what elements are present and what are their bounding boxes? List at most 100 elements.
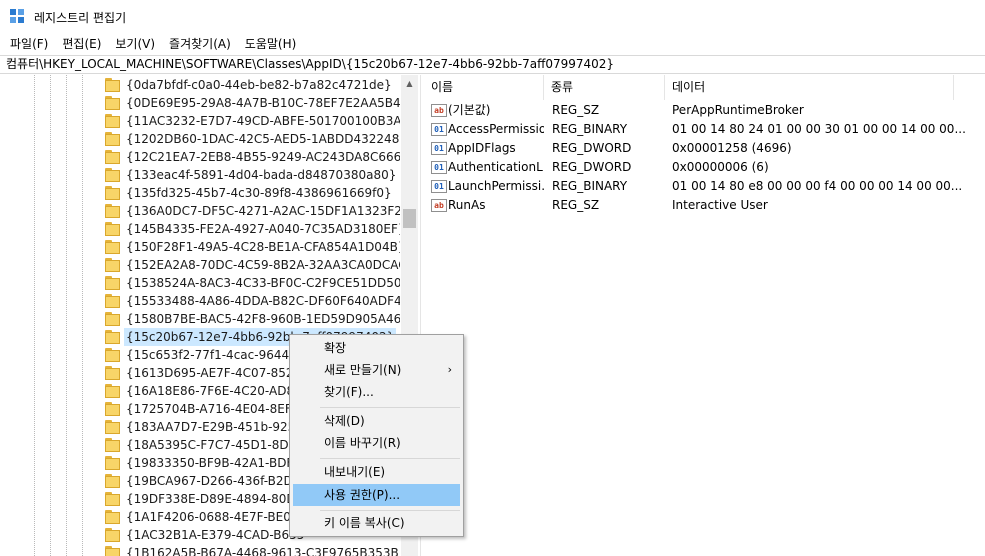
- tree-item[interactable]: {15533488-4A86-4DDA-B82C-DF60F640ADF4}: [0, 292, 400, 310]
- menu-file[interactable]: 파일(F): [4, 34, 56, 54]
- menu-bar: 파일(F) 편집(E) 보기(V) 즐겨찾기(A) 도움말(H): [0, 34, 985, 54]
- string-value-icon: ab: [431, 104, 447, 117]
- value-type: REG_SZ: [552, 103, 600, 117]
- tree-item-label: {1A1F4206-0688-4E7F-BE03-D: [126, 510, 313, 524]
- ctx-copy-key-name[interactable]: 키 이름 복사(C): [293, 512, 460, 534]
- folder-icon: [105, 96, 120, 110]
- submenu-arrow-icon: ›: [447, 363, 452, 376]
- column-data[interactable]: 데이터: [666, 75, 954, 100]
- folder-icon: [105, 186, 120, 200]
- tree-item-label: {0da7bfdf-c0a0-44eb-be82-b7a82c4721de}: [126, 78, 392, 92]
- value-row[interactable]: ab (기본값) REG_SZ PerAppRuntimeBroker: [425, 101, 985, 120]
- tree-item[interactable]: {133eac4f-5891-4d04-bada-d84870380a80}: [0, 166, 400, 184]
- tree-item[interactable]: {1B162A5B-B67A-4468-9613-C3F9765B353B}: [0, 544, 400, 556]
- folder-icon: [105, 258, 120, 272]
- value-row[interactable]: 01 AccessPermission REG_BINARY 01 00 14 80 …: [425, 120, 985, 139]
- value-type: REG_BINARY: [552, 179, 628, 193]
- scroll-up-arrow-icon[interactable]: ▲: [401, 75, 418, 92]
- menu-view[interactable]: 보기(V): [109, 34, 163, 54]
- folder-icon: [105, 510, 120, 524]
- tree-item[interactable]: {145B4335-FE2A-4927-A040-7C35AD3180EF}: [0, 220, 400, 238]
- value-type: REG_DWORD: [552, 141, 632, 155]
- value-row[interactable]: ab RunAs REG_SZ Interactive User: [425, 196, 985, 215]
- binary-value-icon: 01: [431, 142, 447, 155]
- tree-item-label: {1AC32B1A-E379-4CAD-B655: [126, 528, 305, 542]
- column-name[interactable]: 이름: [425, 75, 544, 100]
- folder-icon: [105, 348, 120, 362]
- binary-value-icon: 01: [431, 123, 447, 136]
- tree-item[interactable]: {11AC3232-E7D7-49CD-ABFE-501700100B3A}: [0, 112, 400, 130]
- value-data: 01 00 14 80 e8 00 00 00 f4 00 00 00 14 0…: [672, 179, 963, 193]
- tree-item[interactable]: {150F28F1-49A5-4C28-BE1A-CFA854A1D04B}: [0, 238, 400, 256]
- folder-icon: [105, 132, 120, 146]
- value-name: (기본값): [448, 103, 491, 117]
- folder-icon: [105, 222, 120, 236]
- tree-item-label: {152EA2A8-70DC-4C59-8B2A-32AA3CA0DCAC}: [126, 258, 400, 272]
- menu-separator: [320, 407, 460, 408]
- tree-item[interactable]: {0da7bfdf-c0a0-44eb-be82-b7a82c4721de}: [0, 76, 400, 94]
- tree-item[interactable]: {0DE69E95-29A8-4A7B-B10C-78EF7E2AA5B4}: [0, 94, 400, 112]
- tree-item[interactable]: {1202DB60-1DAC-42C5-AED5-1ABDD432248E}: [0, 130, 400, 148]
- folder-icon: [105, 294, 120, 308]
- folder-icon: [105, 456, 120, 470]
- window-title: 레지스트리 편집기: [34, 10, 127, 25]
- column-type[interactable]: 종류: [545, 75, 665, 100]
- value-name: AppIDFlags: [448, 141, 516, 155]
- tree-item-label: {1202DB60-1DAC-42C5-AED5-1ABDD432248E}: [126, 132, 400, 146]
- folder-icon: [105, 384, 120, 398]
- value-row[interactable]: 01 LaunchPermissi... REG_BINARY 01 00 14 80…: [425, 177, 985, 196]
- menu-separator: [320, 510, 460, 511]
- folder-icon: [105, 114, 120, 128]
- list-header: 이름 종류 데이터: [425, 75, 985, 100]
- folder-icon: [105, 366, 120, 380]
- ctx-delete[interactable]: 삭제(D): [293, 410, 460, 432]
- menu-separator: [320, 458, 460, 459]
- tree-item[interactable]: {135fd325-45b7-4c30-89f8-4386961669f0}: [0, 184, 400, 202]
- value-name: RunAs: [448, 198, 486, 212]
- folder-icon: [105, 474, 120, 488]
- tree-item-label: {11AC3232-E7D7-49CD-ABFE-501700100B3A}: [126, 114, 400, 128]
- folder-icon: [105, 240, 120, 254]
- value-data: 0x00000006 (6): [672, 160, 769, 174]
- registry-editor-icon: [10, 9, 26, 25]
- tree-item-label: {150F28F1-49A5-4C28-BE1A-CFA854A1D04B}: [126, 240, 400, 254]
- folder-icon: [105, 276, 120, 290]
- ctx-expand[interactable]: 확장: [293, 337, 460, 359]
- tree-item-label: {0DE69E95-29A8-4A7B-B10C-78EF7E2AA5B4}: [126, 96, 400, 110]
- tree-item-label: {19BCA967-D266-436f-B2D4-: [126, 474, 305, 488]
- tree-item[interactable]: {152EA2A8-70DC-4C59-8B2A-32AA3CA0DCAC}: [0, 256, 400, 274]
- value-list[interactable]: 이름 종류 데이터 ab (기본값) REG_SZ PerAppRuntimeBrok…: [425, 75, 985, 556]
- menu-favorites[interactable]: 즐겨찾기(A): [163, 34, 239, 54]
- ctx-permissions[interactable]: 사용 권한(P)...: [293, 484, 460, 506]
- value-type: REG_BINARY: [552, 122, 628, 136]
- ctx-export[interactable]: 내보내기(E): [293, 461, 460, 483]
- string-value-icon: ab: [431, 199, 447, 212]
- ctx-find[interactable]: 찾기(F)...: [293, 381, 460, 403]
- menu-help[interactable]: 도움말(H): [239, 34, 305, 54]
- context-menu: 확장 새로 만들기(N) › 찾기(F)... 삭제(D) 이름 바꾸기(R) …: [289, 334, 464, 537]
- tree-item-label: {1613D695-AE7F-4C07-8524-: [126, 366, 306, 380]
- tree-item-label: {19DF338E-D89E-4894-80D0-: [126, 492, 308, 506]
- tree-item[interactable]: {1580B7BE-BAC5-42F8-960B-1ED59D905A46}: [0, 310, 400, 328]
- tree-item[interactable]: {1538524A-8AC3-4C33-BF0C-C2F9CE51DD50}: [0, 274, 400, 292]
- menu-edit[interactable]: 편집(E): [56, 34, 109, 54]
- value-row[interactable]: 01 AppIDFlags REG_DWORD 0x00001258 (4696): [425, 139, 985, 158]
- value-data: 01 00 14 80 24 01 00 00 30 01 00 00 14 0…: [672, 122, 966, 136]
- folder-icon: [105, 78, 120, 92]
- folder-icon: [105, 420, 120, 434]
- scroll-thumb[interactable]: [403, 209, 416, 228]
- value-row[interactable]: 01 AuthenticationL... REG_DWORD 0x00000006 …: [425, 158, 985, 177]
- tree-item-label: {16A18E86-7F6E-4C20-AD89-: [126, 384, 307, 398]
- folder-icon: [105, 312, 120, 326]
- ctx-new[interactable]: 새로 만들기(N) ›: [293, 359, 460, 381]
- folder-icon: [105, 546, 120, 556]
- value-data: PerAppRuntimeBroker: [672, 103, 804, 117]
- ctx-rename[interactable]: 이름 바꾸기(R): [293, 432, 460, 454]
- tree-item[interactable]: {136A0DC7-DF5C-4271-A2AC-15DF1A1323F2}: [0, 202, 400, 220]
- tree-item-label: {1538524A-8AC3-4C33-BF0C-C2F9CE51DD50}: [126, 276, 400, 290]
- folder-icon: [105, 492, 120, 506]
- folder-icon: [105, 330, 120, 344]
- tree-item[interactable]: {12C21EA7-2EB8-4B55-9249-AC243DA8C666}: [0, 148, 400, 166]
- address-bar[interactable]: 컴퓨터\HKEY_LOCAL_MACHINE\SOFTWARE\Classes\…: [0, 55, 985, 74]
- value-name: AccessPermission: [448, 122, 544, 136]
